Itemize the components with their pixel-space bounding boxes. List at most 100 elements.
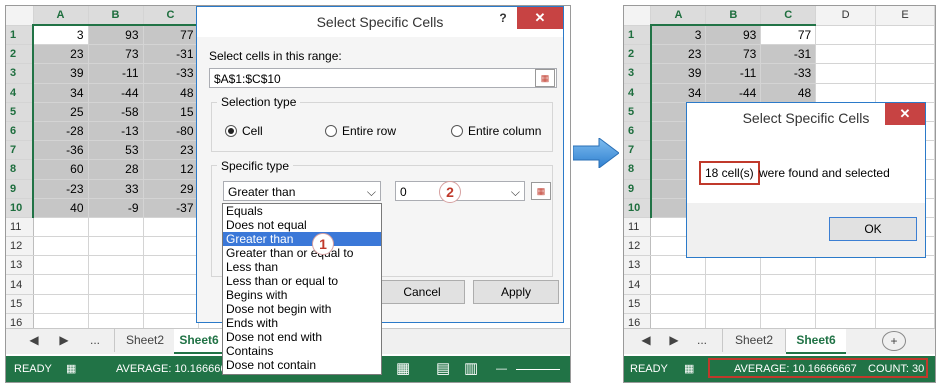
cell[interactable]: 77: [760, 25, 817, 46]
zoom-out-icon[interactable]: —: [496, 356, 507, 382]
cell[interactable]: [143, 236, 199, 257]
normal-view-icon[interactable]: ▦: [396, 356, 410, 382]
prev-sheet-icon[interactable]: ◀: [636, 329, 656, 352]
cell[interactable]: -11: [88, 63, 144, 84]
cell[interactable]: [815, 294, 877, 314]
dropdown-option[interactable]: Greater than or equal to: [223, 246, 381, 260]
row-header[interactable]: 4: [624, 83, 652, 103]
cell[interactable]: [760, 274, 817, 295]
row-header[interactable]: 12: [624, 236, 652, 257]
cell[interactable]: -9: [88, 198, 144, 218]
row-header[interactable]: 13: [624, 255, 652, 276]
row-header[interactable]: 2: [6, 44, 34, 65]
dropdown-option[interactable]: Ends with: [223, 316, 381, 330]
more-sheets[interactable]: ...: [688, 329, 716, 352]
row-header[interactable]: 8: [6, 159, 34, 180]
cell[interactable]: -31: [760, 44, 817, 65]
close-icon[interactable]: ✕: [885, 103, 925, 125]
cell[interactable]: 23: [143, 140, 199, 161]
row-header[interactable]: 10: [6, 198, 34, 218]
cell[interactable]: [875, 25, 935, 46]
row-header[interactable]: 4: [6, 83, 34, 103]
cell[interactable]: 73: [88, 44, 144, 65]
dropdown-option[interactable]: Does not equal: [223, 218, 381, 232]
column-header-c[interactable]: C: [143, 6, 199, 26]
row-header[interactable]: 15: [6, 294, 34, 314]
cell[interactable]: [875, 274, 935, 295]
tab-sheet2[interactable]: Sheet2: [114, 329, 176, 352]
column-header-c[interactable]: C: [760, 6, 817, 26]
cell[interactable]: -13: [88, 121, 144, 142]
cell[interactable]: [815, 63, 877, 84]
row-header[interactable]: 1: [6, 25, 34, 46]
cell[interactable]: [33, 294, 89, 314]
cell[interactable]: [875, 255, 935, 276]
cell[interactable]: [760, 294, 817, 314]
cell[interactable]: 93: [88, 25, 144, 46]
row-header[interactable]: 15: [624, 294, 652, 314]
row-header[interactable]: 13: [6, 255, 34, 276]
cell[interactable]: [88, 217, 144, 238]
range-input[interactable]: $A$1:$C$10: [209, 68, 557, 88]
cell[interactable]: 23: [650, 44, 707, 65]
cell[interactable]: [815, 44, 877, 65]
page-break-icon[interactable]: ▥: [464, 356, 478, 382]
radio-cell[interactable]: [225, 125, 237, 137]
row-header[interactable]: 10: [624, 198, 652, 218]
cell[interactable]: [875, 83, 935, 103]
column-header-b[interactable]: B: [705, 6, 762, 26]
cell[interactable]: [815, 25, 877, 46]
dropdown-option[interactable]: Dose not begin with: [223, 302, 381, 316]
zoom-slider[interactable]: [516, 369, 560, 370]
cell[interactable]: -33: [760, 63, 817, 84]
radio-entire-column[interactable]: [451, 125, 463, 137]
cell[interactable]: -44: [705, 83, 762, 103]
cell[interactable]: [815, 83, 877, 103]
page-layout-icon[interactable]: ▤: [436, 356, 450, 382]
dropdown-option[interactable]: Begins with: [223, 288, 381, 302]
dropdown-option[interactable]: Contains: [223, 344, 381, 358]
cell[interactable]: -11: [705, 63, 762, 84]
cell[interactable]: [33, 236, 89, 257]
row-header[interactable]: 3: [624, 63, 652, 84]
column-header-d[interactable]: D: [815, 6, 877, 26]
cell[interactable]: -33: [143, 63, 199, 84]
next-sheet-icon[interactable]: ▶: [664, 329, 684, 352]
cell[interactable]: -44: [88, 83, 144, 103]
cell[interactable]: [705, 255, 762, 276]
cell[interactable]: [143, 294, 199, 314]
cell[interactable]: -80: [143, 121, 199, 142]
cell[interactable]: [815, 274, 877, 295]
cell[interactable]: [815, 255, 877, 276]
dropdown-option[interactable]: Less than: [223, 260, 381, 274]
tab-sheet2[interactable]: Sheet2: [722, 329, 786, 352]
prev-sheet-icon[interactable]: ◀: [24, 329, 44, 352]
row-header[interactable]: 5: [6, 102, 34, 122]
cell[interactable]: [143, 255, 199, 276]
add-sheet-icon[interactable]: +: [882, 331, 906, 351]
close-icon[interactable]: ✕: [517, 7, 563, 29]
row-header[interactable]: 9: [624, 179, 652, 199]
radio-entire-row[interactable]: [325, 125, 337, 137]
column-header-b[interactable]: B: [88, 6, 144, 26]
row-header[interactable]: 6: [6, 121, 34, 142]
column-header-a[interactable]: A: [33, 6, 89, 26]
cell[interactable]: 28: [88, 159, 144, 180]
cell[interactable]: [88, 274, 144, 295]
dropdown-option[interactable]: Equals: [223, 204, 381, 218]
cell[interactable]: [33, 217, 89, 238]
cell[interactable]: [650, 294, 707, 314]
tab-sheet6[interactable]: Sheet6: [786, 329, 846, 354]
cell[interactable]: 15: [143, 102, 199, 122]
cell[interactable]: [143, 217, 199, 238]
dropdown-option[interactable]: Greater than: [223, 232, 381, 246]
range-picker-icon[interactable]: ▦: [535, 69, 555, 87]
cell[interactable]: [88, 255, 144, 276]
cell[interactable]: [875, 294, 935, 314]
cell[interactable]: 34: [650, 83, 707, 103]
cell[interactable]: [650, 255, 707, 276]
dropdown-option[interactable]: Dose not contain: [223, 358, 381, 372]
cell[interactable]: 48: [760, 83, 817, 103]
macro-record-icon[interactable]: ▦: [684, 356, 694, 382]
ok-button[interactable]: OK: [829, 217, 917, 241]
